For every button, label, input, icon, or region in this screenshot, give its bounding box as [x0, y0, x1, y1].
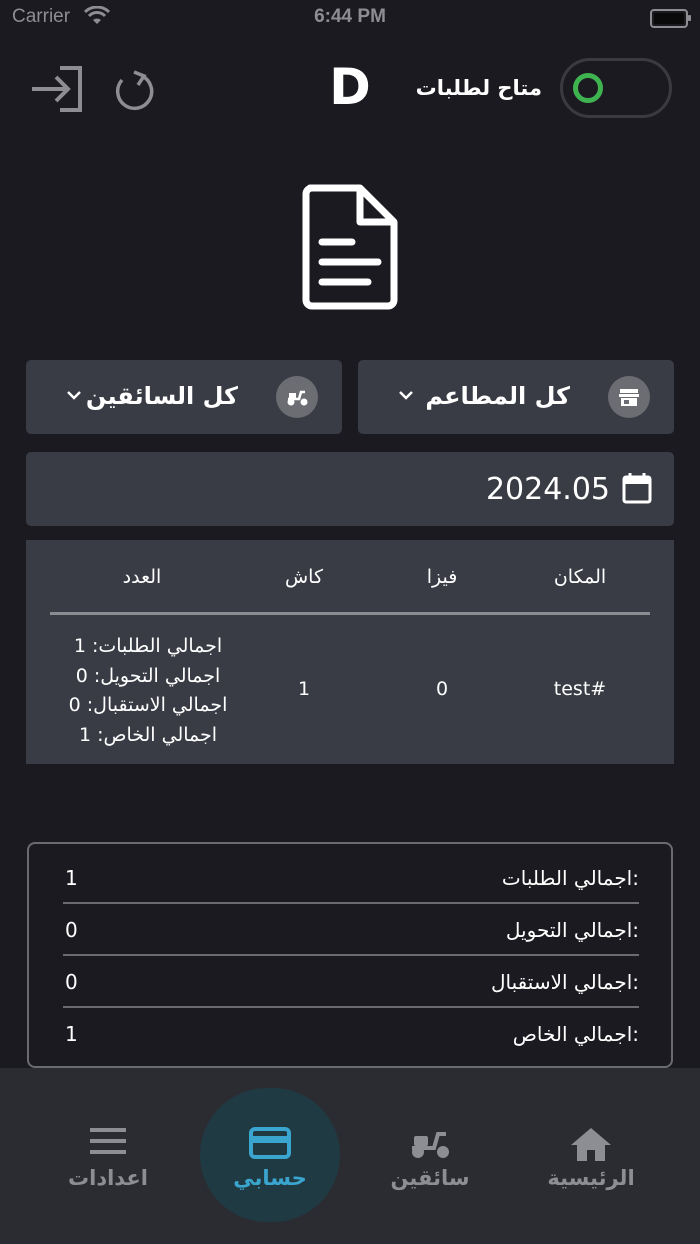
table-divider: [50, 612, 650, 615]
cell-cash: 1: [297, 678, 311, 700]
date-picker[interactable]: 2024.05: [26, 452, 674, 526]
count-line: اجمالي الطلبات: 1: [73, 635, 223, 657]
count-line: اجمالي الاستقبال: 0: [68, 694, 228, 716]
tab-label: سائقين: [390, 1166, 470, 1190]
count-line: اجمالي الخاص: 1: [78, 723, 218, 746]
availability-toggle[interactable]: [560, 58, 672, 118]
logout-icon[interactable]: [30, 64, 84, 118]
tab-label: حسابي: [233, 1166, 307, 1190]
summary-label: اجمالي التحويل:: [505, 918, 639, 942]
refresh-icon[interactable]: [112, 68, 156, 116]
menu-icon: [38, 1126, 178, 1156]
summary-value: 1: [65, 1022, 78, 1046]
tab-label: الرئيسية: [547, 1166, 635, 1190]
scooter-icon: [360, 1126, 500, 1160]
restaurant-filter[interactable]: كل المطاعم: [358, 360, 674, 434]
summary-divider: [63, 1006, 639, 1008]
header-visa: فيزا: [426, 566, 458, 588]
battery-icon: [650, 9, 691, 28]
summary-row: اجمالي الاستقبال: 0: [63, 958, 639, 1010]
summary-row: اجمالي الخاص: 1: [63, 1010, 639, 1062]
header-count: العدد: [122, 566, 162, 588]
tab-account[interactable]: حسابي: [200, 1068, 340, 1244]
summary-value: 0: [65, 970, 78, 994]
home-icon: [521, 1126, 661, 1162]
driver-filter-label: كل السائقين: [85, 382, 238, 410]
chevron-down-icon: [399, 391, 413, 400]
toggle-knob: [573, 73, 603, 103]
summary-label: اجمالي الخاص:: [512, 1022, 639, 1046]
status-time: 6:44 PM: [314, 6, 386, 27]
cell-visa: 0: [435, 678, 449, 700]
tab-drivers[interactable]: سائقين: [360, 1068, 500, 1244]
summary-label: اجمالي الاستقبال:: [491, 970, 639, 994]
scooter-icon: [276, 376, 318, 418]
cell-place: test#: [553, 678, 607, 700]
date-value: 2024.05: [485, 472, 610, 507]
driver-filter[interactable]: كل السائقين: [26, 360, 342, 434]
card-icon: [200, 1126, 340, 1160]
summary-value: 1: [65, 866, 78, 890]
count-line: اجمالي التحويل: 0: [75, 664, 221, 687]
summary-row: اجمالي التحويل: 0: [63, 906, 639, 958]
header-cash: كاش: [284, 566, 324, 588]
restaurant-filter-label: كل المطاعم: [425, 382, 570, 410]
document-icon: [302, 184, 398, 314]
logo-letter: D: [329, 58, 371, 116]
summary-divider: [63, 954, 639, 956]
cell-count: اجمالي الطلبات: 1 اجمالي التحويل: 0 اجما…: [48, 632, 248, 750]
status-bar: Carrier 6:44 PM: [0, 0, 700, 36]
summary-value: 0: [65, 918, 78, 942]
header-place: المكان: [553, 566, 607, 588]
tab-home[interactable]: الرئيسية: [521, 1068, 661, 1244]
tab-bar: الرئيسية سائقين حسابي اعدادات: [0, 1068, 700, 1244]
tab-label: اعدادات: [68, 1166, 148, 1190]
report-table: المكان فيزا كاش العدد test# 0 1 اجمالي ا…: [26, 540, 674, 764]
tab-settings[interactable]: اعدادات: [38, 1068, 178, 1244]
summary-row: اجمالي الطلبات: 1: [63, 854, 639, 906]
calendar-icon: [622, 473, 652, 504]
summary-divider: [63, 902, 639, 904]
summary-card: اجمالي الطلبات: 1 اجمالي التحويل: 0 اجما…: [27, 842, 673, 1068]
store-icon: [608, 376, 650, 418]
availability-label: متاح لطلبات: [415, 76, 542, 100]
chevron-down-icon: [67, 391, 81, 400]
summary-label: اجمالي الطلبات:: [501, 866, 639, 890]
